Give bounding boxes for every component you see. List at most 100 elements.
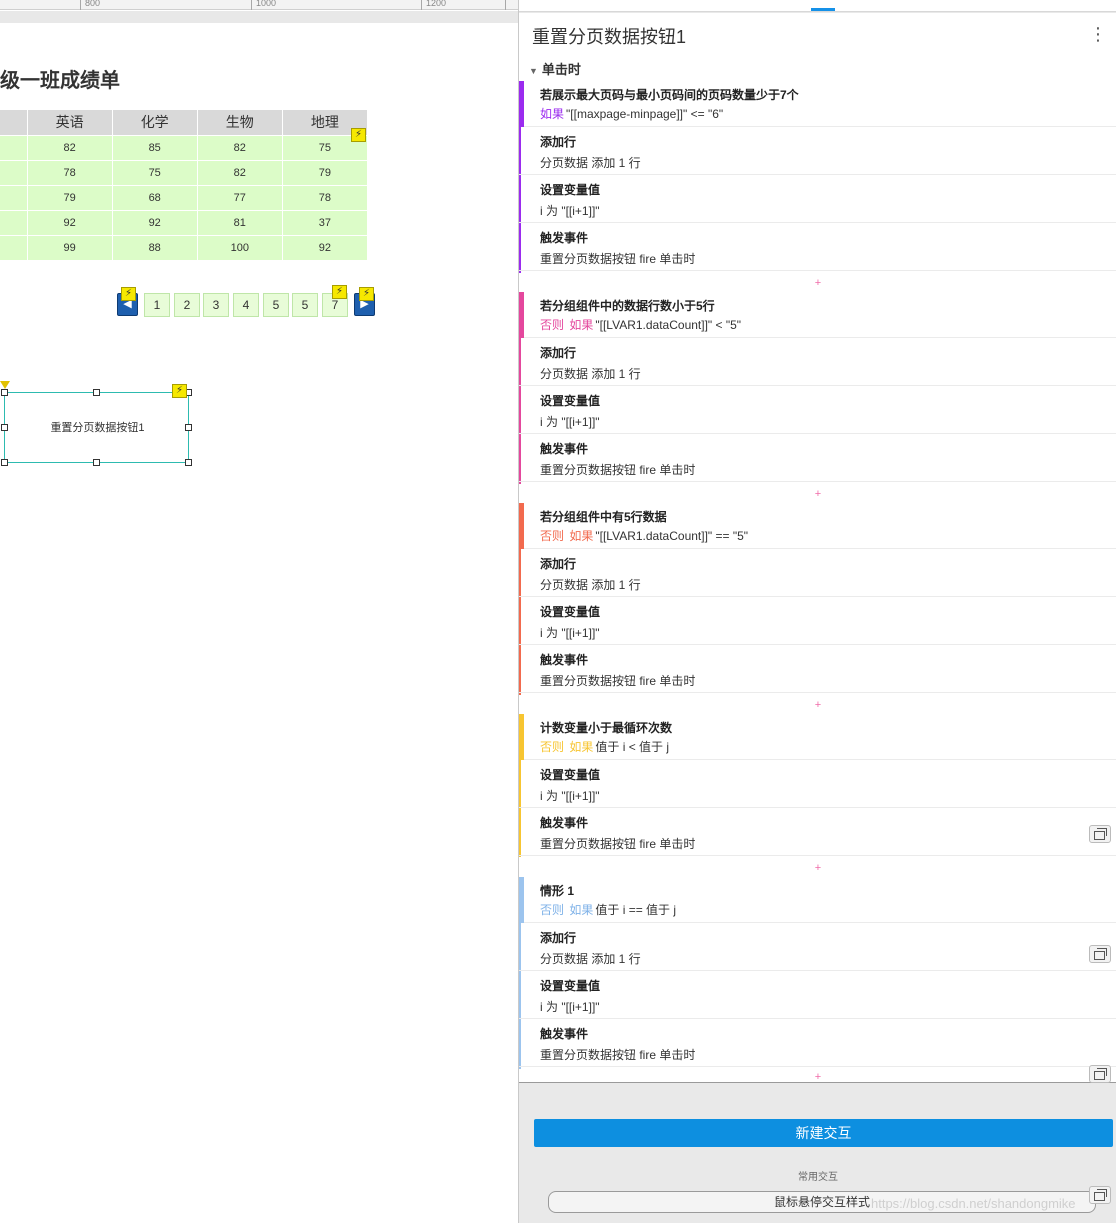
plus-icon[interactable]: + [519,274,1116,292]
table-cell: 81 [197,209,283,235]
case-block[interactable]: 情形 1 否则 如果 值于 i == 值于 j 添加行 分页数据 添加 1 行 设… [519,877,1116,1069]
resize-handle[interactable] [1,459,8,466]
action-item[interactable]: 添加行 分页数据 添加 1 行 [519,923,1116,971]
more-icon[interactable]: ⋮ [1089,25,1107,43]
case-header[interactable]: 情形 1 否则 如果 值于 i == 值于 j [519,877,1116,923]
case-block[interactable]: 若分组组件中有5行数据 否则 如果 "[[LVAR1.dataCount]]" =… [519,503,1116,695]
table-cell: 92 [27,209,113,235]
case-header[interactable]: 若分组组件中的数据行数小于5行 否则 如果 "[[LVAR1.dataCount]… [519,292,1116,338]
plus-icon[interactable]: + [519,859,1116,877]
action-item[interactable]: 设置变量值 i 为 "[[i+1]]" [519,760,1116,808]
case-header[interactable]: 若分组组件中有5行数据 否则 如果 "[[LVAR1.dataCount]]" =… [519,503,1116,549]
ruler-label: 1200 [426,0,447,8]
action-item[interactable]: 触发事件 重置分页数据按钮 fire 单击时 [519,223,1116,271]
action-item[interactable]: 添加行 分页数据 添加 1 行 [519,549,1116,597]
plus-icon[interactable]: + [519,485,1116,503]
action-detail: i 为 "[[i+1]]" [540,204,600,218]
copy-icon[interactable] [1089,1186,1111,1204]
action-item[interactable]: 设置变量值 i 为 "[[i+1]]" [519,971,1116,1019]
case-color-bar [519,292,524,338]
action-title: 触发事件 [540,442,589,456]
resize-handle[interactable] [1,389,8,396]
collapse-caret-icon[interactable]: ▼ [529,66,538,76]
plus-icon[interactable]: + [519,696,1116,714]
page-title[interactable]: 级一班成绩单 [0,64,120,93]
action-item[interactable]: 触发事件 重置分页数据按钮 fire 单击时 [519,1019,1116,1067]
copy-icon[interactable] [1089,945,1111,963]
reset-pagination-button-widget[interactable]: 重置分页数据按钮1 [4,392,189,463]
ruler-label: 800 [85,0,101,8]
case-condition: 值于 i == 值于 j [595,903,677,917]
if-keyword: 如果 [569,903,594,917]
resize-handle[interactable] [1,424,8,431]
table-header-cell: 生物 [197,110,283,135]
interactions-panel: 重置分页数据按钮1 ⋮ ▼ 单击时 若展示最大页码与最小页码间的页码数量少于7个 … [518,0,1116,1223]
page-button[interactable]: 5 [292,293,318,317]
design-canvas[interactable]: 800 1000 1200 级一班成绩单 英语 化学 生物 地理 82 85 8… [0,0,518,1223]
table-cell [0,209,28,235]
lightning-icon[interactable]: ⚡ [121,287,136,301]
action-item[interactable]: 添加行 分页数据 添加 1 行 [519,127,1116,175]
action-item[interactable]: 设置变量值 i 为 "[[i+1]]" [519,175,1116,223]
table-header-cell: 化学 [112,110,198,135]
action-detail: 重置分页数据按钮 fire 单击时 [540,252,696,266]
canvas-top-gutter [0,11,518,23]
table-cell [0,234,28,260]
case-condition: 值于 i < 值于 j [595,740,670,754]
if-keyword: 如果 [569,318,594,332]
table-cell [0,159,28,185]
lightning-icon[interactable]: ⚡ [172,384,187,398]
case-block[interactable]: 若展示最大页码与最小页码间的页码数量少于7个 如果 "[[maxpage-minp… [519,81,1116,273]
score-table[interactable]: 英语 化学 生物 地理 82 85 82 75 78 75 82 79 79 6… [0,110,369,260]
table-cell: 100 [197,234,283,260]
table-row: 82 85 82 75 [0,134,369,160]
widget-name[interactable]: 重置分页数据按钮1 [532,23,686,49]
table-cell: 78 [282,184,369,210]
ruler-label: 1000 [256,0,277,8]
table-cell [0,134,28,160]
case-header[interactable]: 若展示最大页码与最小页码间的页码数量少于7个 如果 "[[maxpage-minp… [519,81,1116,127]
action-item[interactable]: 设置变量值 i 为 "[[i+1]]" [519,386,1116,434]
lightning-icon[interactable]: ⚡ [359,287,374,301]
action-title: 设置变量值 [540,394,601,408]
case-condition-line: 否则 如果 "[[LVAR1.dataCount]]" == "5" [540,527,748,544]
lightning-icon[interactable]: ⚡ [332,285,347,299]
action-item[interactable]: 触发事件 重置分页数据按钮 fire 单击时 [519,434,1116,482]
page-button[interactable]: 5 [263,293,289,317]
page-button[interactable]: 3 [203,293,229,317]
action-detail: 重置分页数据按钮 fire 单击时 [540,463,696,477]
action-item[interactable]: 触发事件 重置分页数据按钮 fire 单击时 [519,808,1116,856]
page-button[interactable]: 4 [233,293,259,317]
resize-handle[interactable] [93,389,100,396]
page-button[interactable]: 1 [144,293,170,317]
anchor-marker-icon [0,381,10,389]
case-condition: "[[maxpage-minpage]]" <= "6" [566,107,724,121]
resize-handle[interactable] [185,424,192,431]
action-item[interactable]: 触发事件 重置分页数据按钮 fire 单击时 [519,645,1116,693]
case-block[interactable]: 若分组组件中的数据行数小于5行 否则 如果 "[[LVAR1.dataCount]… [519,292,1116,484]
table-row: 92 92 81 37 [0,209,369,235]
action-title: 设置变量值 [540,605,601,619]
plus-icon[interactable]: + [519,1068,1116,1086]
table-cell: 68 [112,184,198,210]
copy-icon[interactable] [1089,825,1111,843]
table-cell: 92 [282,234,369,260]
table-cell: 75 [112,159,198,185]
else-keyword: 否则 [540,318,565,332]
table-row: 79 68 77 78 [0,184,369,210]
new-interaction-button[interactable]: 新建交互 [534,1119,1113,1147]
active-tab-indicator [811,8,835,11]
action-item[interactable]: 添加行 分页数据 添加 1 行 [519,338,1116,386]
resize-handle[interactable] [185,459,192,466]
lightning-icon[interactable]: ⚡ [351,128,366,142]
action-item[interactable]: 设置变量值 i 为 "[[i+1]]" [519,597,1116,645]
widget-label: 重置分页数据按钮1 [50,422,145,434]
case-header[interactable]: 计数变量小于最循环次数 否则 如果 值于 i < 值于 j [519,714,1116,760]
page-button[interactable]: 2 [174,293,200,317]
copy-icon[interactable] [1089,1065,1111,1083]
case-block[interactable]: 计数变量小于最循环次数 否则 如果 值于 i < 值于 j 设置变量值 i 为 "… [519,714,1116,857]
event-header[interactable]: ▼ 单击时 [529,59,581,78]
table-cell: 85 [112,134,198,160]
case-condition-line: 否则 如果 值于 i == 值于 j [540,901,676,918]
resize-handle[interactable] [93,459,100,466]
